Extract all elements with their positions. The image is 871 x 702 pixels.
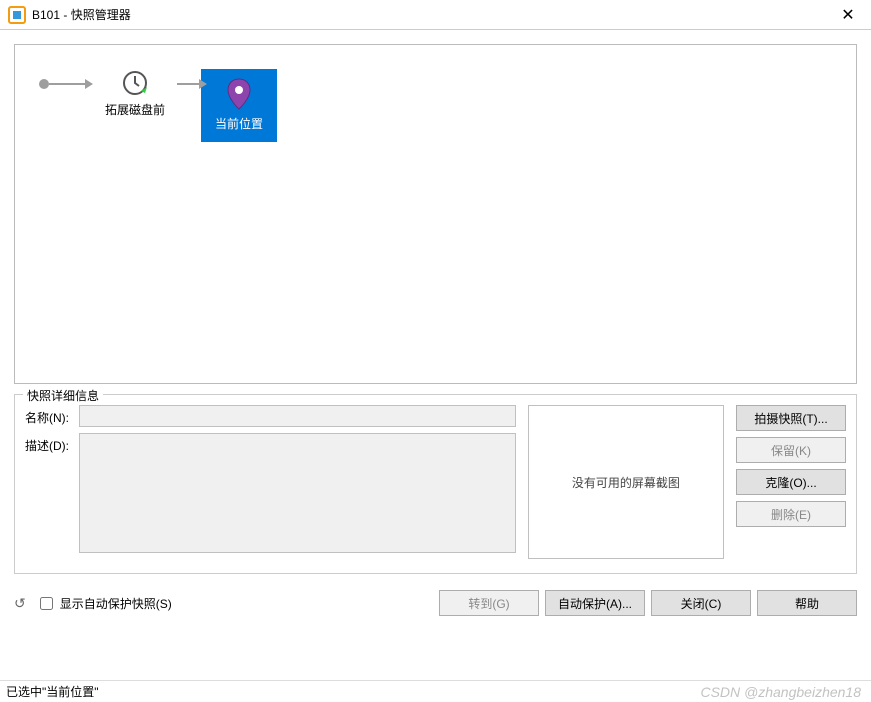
preview-text: 没有可用的屏幕截图 [572,474,680,491]
content-area: 拓展磁盘前 当前位置 快照详细信息 名称(N): 描述(D): [0,30,871,666]
details-legend: 快照详细信息 [23,387,103,404]
history-icon: ↺ [14,595,26,612]
arrow-icon [49,83,87,85]
vmware-app-icon [8,6,26,24]
status-text: 已选中"当前位置" [6,683,99,700]
name-label: 名称(N): [25,405,79,426]
location-pin-icon [226,77,252,111]
titlebar: B101 - 快照管理器 ✕ [0,0,871,30]
auto-protect-button[interactable]: 自动保护(A)... [545,590,645,616]
snapshot-label: 拓展磁盘前 [105,101,165,118]
desc-field [79,433,516,553]
details-fieldset: 快照详细信息 名称(N): 描述(D): 没有可用的屏幕截图 拍摄快照(T)..… [14,394,857,574]
clock-icon [121,69,149,97]
desc-label: 描述(D): [25,433,79,454]
start-node-icon[interactable] [39,79,49,89]
watermark: CSDN @zhangbeizhen18 [700,684,861,700]
name-field [79,405,516,427]
goto-button: 转到(G) [439,590,539,616]
help-button[interactable]: 帮助 [757,590,857,616]
take-snapshot-button[interactable]: 拍摄快照(T)... [736,405,846,431]
auto-protect-checkbox-label: 显示自动保护快照(S) [60,595,172,612]
current-label: 当前位置 [215,115,263,132]
window-title: B101 - 快照管理器 [32,6,833,23]
close-icon[interactable]: ✕ [833,5,863,25]
show-auto-protect-checkbox[interactable]: 显示自动保护快照(S) [36,594,172,613]
snapshot-tree[interactable]: 拓展磁盘前 当前位置 [14,44,857,384]
clone-button[interactable]: 克隆(O)... [736,469,846,495]
arrow-icon [177,83,201,85]
keep-button: 保留(K) [736,437,846,463]
statusbar: 已选中"当前位置" CSDN @zhangbeizhen18 [0,680,871,702]
delete-button: 删除(E) [736,501,846,527]
close-button[interactable]: 关闭(C) [651,590,751,616]
current-node[interactable]: 当前位置 [201,69,277,142]
snapshot-node[interactable]: 拓展磁盘前 [97,69,173,118]
auto-protect-checkbox-input[interactable] [40,597,53,610]
bottom-bar: ↺ 显示自动保护快照(S) 转到(G) 自动保护(A)... 关闭(C) 帮助 [14,590,857,616]
screenshot-preview: 没有可用的屏幕截图 [528,405,724,559]
timeline: 拓展磁盘前 当前位置 [39,69,832,142]
